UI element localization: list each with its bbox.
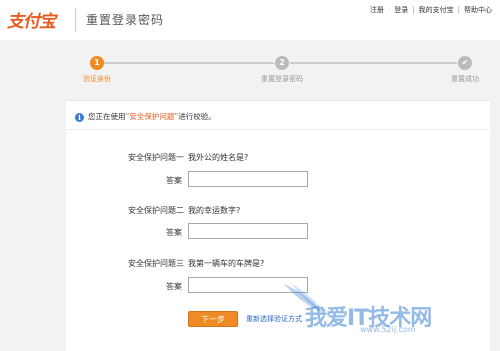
notice-highlight: “安全保护问题”	[125, 112, 179, 121]
notice-suffix: 进行校验。	[178, 112, 216, 121]
top-links: 注册 · 登录 | 我的支付宝 | 帮助中心	[368, 5, 494, 15]
check-icon: ✔	[458, 56, 472, 70]
step-progress: 1 验证身份 2 重置登录密码 ✔ 重置成功	[0, 52, 500, 88]
step-1-icon: 1	[90, 56, 104, 70]
notice-prefix: 您正在使用	[88, 112, 126, 121]
next-step-button[interactable]: 下一步	[188, 311, 238, 327]
divider	[66, 129, 490, 130]
top-header: 支付宝 重置登录密码 注册 · 登录 | 我的支付宝 | 帮助中心	[0, 0, 500, 40]
answer-2-label: 答案	[166, 228, 182, 237]
question-1: 安全保护问题一 我外公的姓名是?	[66, 152, 248, 163]
step-2-icon: 2	[275, 56, 289, 70]
question-3-text: 我第一辆车的车牌是?	[188, 259, 265, 268]
question-2-text: 我的幸运数字?	[188, 206, 241, 215]
progress-line	[290, 62, 457, 64]
link-separator: ·	[388, 6, 391, 14]
header-divider	[75, 8, 76, 32]
question-3: 安全保护问题三 我第一辆车的车牌是?	[66, 258, 264, 269]
info-icon: i	[75, 113, 84, 122]
step-2-label: 重置登录密码	[261, 75, 303, 83]
page-title: 重置登录密码	[86, 13, 165, 27]
watermark-url: www.52ij.com	[360, 325, 416, 334]
question-3-label: 安全保护问题三	[128, 259, 184, 268]
question-2: 安全保护问题二 我的幸运数字?	[66, 205, 240, 216]
step-3-label: 重置成功	[451, 75, 479, 83]
question-1-text: 我外公的姓名是?	[188, 153, 249, 162]
my-alipay-link[interactable]: 我的支付宝	[419, 6, 454, 14]
question-1-label: 安全保护问题一	[128, 153, 184, 162]
answer-1-input[interactable]	[188, 171, 308, 187]
help-center-link[interactable]: 帮助中心	[464, 6, 492, 14]
step-1-label: 验证身份	[83, 75, 111, 83]
answer-3-label: 答案	[166, 282, 182, 291]
question-2-label: 安全保护问题二	[128, 206, 184, 215]
answer-1-label: 答案	[166, 176, 182, 185]
link-separator: |	[412, 6, 415, 14]
progress-line	[104, 62, 274, 64]
answer-2-input[interactable]	[188, 223, 308, 239]
link-separator: |	[457, 6, 460, 14]
verify-notice: i 您正在使用“安全保护问题”进行校验。	[75, 111, 216, 122]
alipay-logo[interactable]: 支付宝	[7, 7, 56, 32]
login-link[interactable]: 登录	[394, 6, 408, 14]
register-link[interactable]: 注册	[370, 6, 384, 14]
